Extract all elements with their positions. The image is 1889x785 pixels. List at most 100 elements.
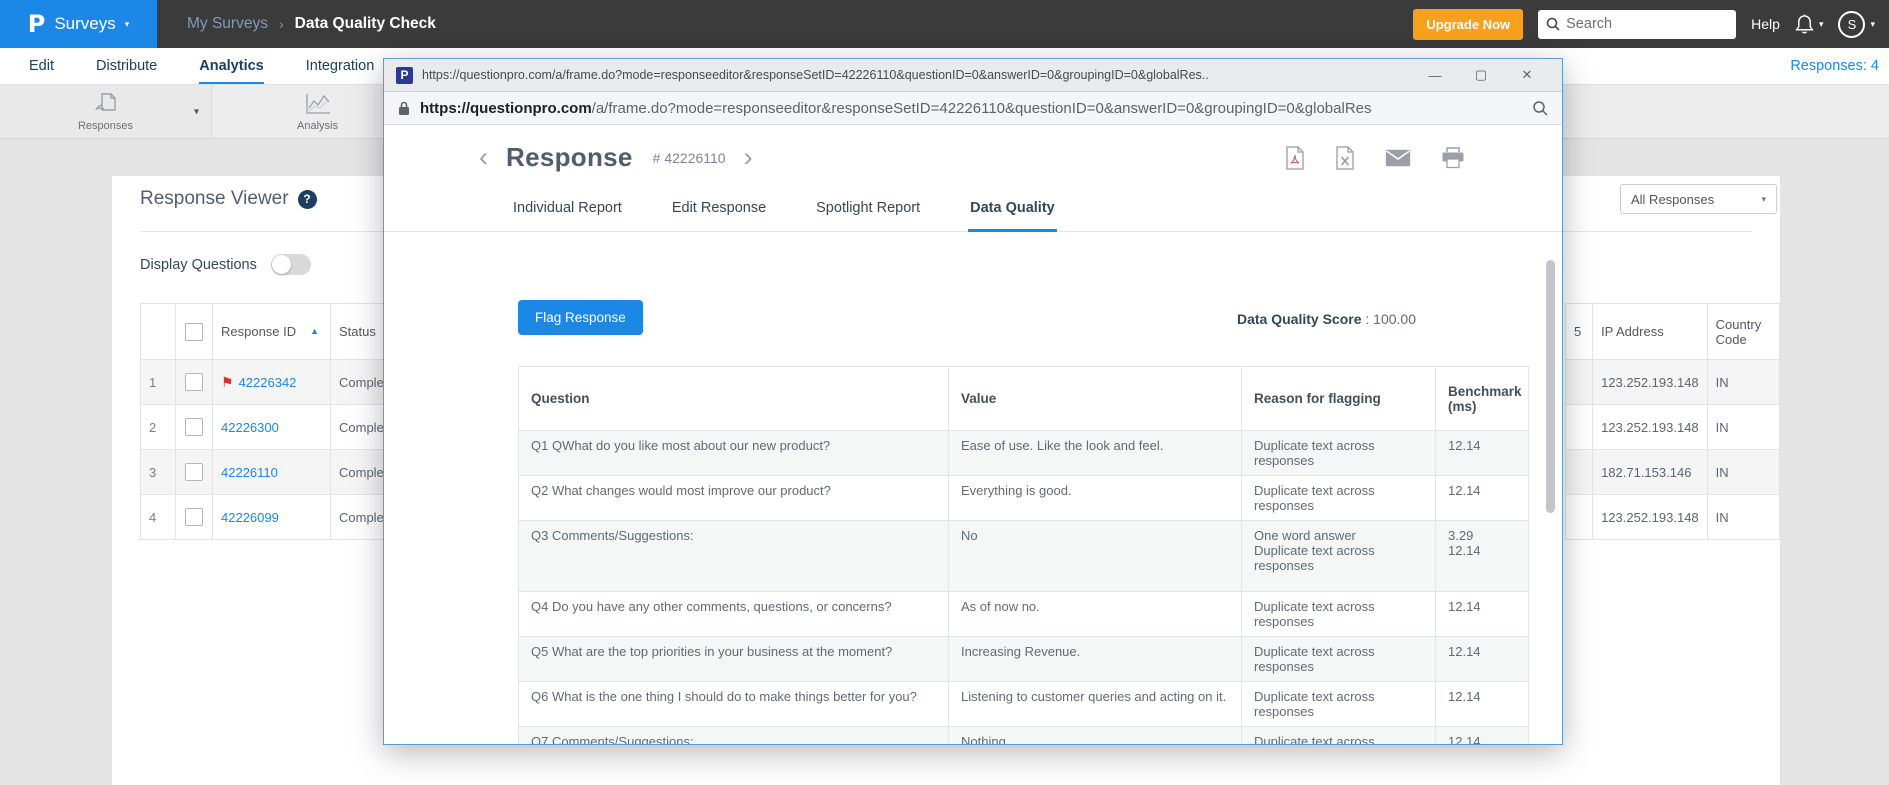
ip-cell: 123.252.193.148 xyxy=(1593,405,1708,450)
help-link[interactable]: Help xyxy=(1751,16,1780,32)
export-pdf-icon[interactable] xyxy=(1285,146,1305,170)
questionpro-logo-icon: P xyxy=(28,10,46,38)
top-navbar: P Surveys ▾ My Surveys › Data Quality Ch… xyxy=(0,0,1889,48)
toolbar-analysis-label: Analysis xyxy=(297,120,338,132)
question-cell: Q2 What changes would most improve our p… xyxy=(519,476,949,521)
benchmark-cell: 12.14 xyxy=(1436,682,1529,727)
response-id-link[interactable]: 42226300 xyxy=(221,420,279,435)
address-url: https://questionpro.com/a/frame.do?mode=… xyxy=(420,100,1522,117)
sort-asc-icon: ▲ xyxy=(310,326,319,336)
export-excel-icon[interactable] xyxy=(1335,146,1355,170)
reason-cell: Duplicate text across responses xyxy=(1242,682,1436,727)
responses-filter-dropdown[interactable]: All Responses ▾ xyxy=(1620,184,1777,214)
chevron-down-icon: ▾ xyxy=(125,20,130,29)
address-bar[interactable]: https://questionpro.com/a/frame.do?mode=… xyxy=(384,92,1562,125)
benchmark-cell: 3.2912.14 xyxy=(1436,521,1529,592)
nav-tab-distribute[interactable]: Distribute xyxy=(96,48,157,84)
breadcrumb-separator-icon: › xyxy=(279,16,284,32)
reason-cell: Duplicate text across responses xyxy=(1242,476,1436,521)
toggle-knob xyxy=(272,255,291,274)
row-checkbox[interactable] xyxy=(185,508,203,526)
tab-individual-report[interactable]: Individual Report xyxy=(511,190,624,232)
dq-table-row: Q3 Comments/Suggestions:NoOne word answe… xyxy=(519,521,1529,592)
next-response-button[interactable]: › xyxy=(744,144,753,171)
value-cell: Increasing Revenue. xyxy=(949,637,1242,682)
benchmark-cell: 12.14 xyxy=(1436,431,1529,476)
reason-cell: Duplicate text across responses xyxy=(1242,727,1436,745)
response-id-cell: ⚑ 42226342 xyxy=(213,360,331,405)
account-menu[interactable]: S ▾ xyxy=(1838,11,1875,38)
row-checkbox[interactable] xyxy=(185,418,203,436)
upgrade-now-button[interactable]: Upgrade Now xyxy=(1413,9,1523,40)
score-label: Data Quality Score xyxy=(1237,311,1362,327)
response-id-label: # 42226110 xyxy=(653,150,726,166)
chevron-down-icon: ▾ xyxy=(1819,19,1824,30)
table-row: 182.71.153.146IN xyxy=(1566,450,1780,495)
email-icon[interactable] xyxy=(1385,149,1411,167)
display-questions-toggle[interactable] xyxy=(271,254,311,275)
maximize-button[interactable]: ▢ xyxy=(1458,67,1504,83)
nav-tab-edit[interactable]: Edit xyxy=(29,48,54,84)
tab-data-quality[interactable]: Data Quality xyxy=(968,190,1057,232)
reason-line: Duplicate text across responses xyxy=(1254,483,1423,513)
breadcrumb: My Surveys › Data Quality Check xyxy=(187,15,436,33)
country-cell: IN xyxy=(1707,360,1779,405)
brand-logo[interactable]: P Surveys ▾ xyxy=(0,0,157,48)
reason-cell: Duplicate text across responses xyxy=(1242,431,1436,476)
reason-line: Duplicate text across responses xyxy=(1254,689,1423,719)
toolbar-responses[interactable]: Responses ▾ xyxy=(0,85,212,138)
dq-table-row: Q5 What are the top priorities in your b… xyxy=(519,637,1529,682)
row-checkbox-cell xyxy=(176,450,213,495)
nav-tab-analytics[interactable]: Analytics xyxy=(199,48,263,84)
question-cell: Q4 Do you have any other comments, quest… xyxy=(519,592,949,637)
help-badge-icon[interactable]: ? xyxy=(298,190,317,209)
row-checkbox[interactable] xyxy=(185,463,203,481)
dq-table-row: Q2 What changes would most improve our p… xyxy=(519,476,1529,521)
window-titlebar[interactable]: P https://questionpro.com/a/frame.do?mod… xyxy=(384,59,1562,92)
responses-report-icon xyxy=(92,91,120,117)
response-id-cell: 42226300 xyxy=(213,405,331,450)
data-quality-score: Data Quality Score : 100.00 xyxy=(1237,311,1416,327)
benchmark-line: 12.14 xyxy=(1448,599,1516,614)
modal-scrollbar-thumb[interactable] xyxy=(1546,260,1555,513)
row-checkbox[interactable] xyxy=(185,373,203,391)
topbar-right-cluster: Upgrade Now Help ▾ S ▾ xyxy=(1413,9,1889,40)
chevron-down-icon[interactable]: ▾ xyxy=(194,106,199,117)
minimize-button[interactable]: — xyxy=(1412,68,1458,83)
ip-cell: 182.71.153.146 xyxy=(1593,450,1708,495)
global-search[interactable] xyxy=(1538,10,1736,39)
response-editor-window: P https://questionpro.com/a/frame.do?mod… xyxy=(383,58,1563,745)
score-value: : 100.00 xyxy=(1365,311,1416,327)
response-id-header[interactable]: Response ID▲ xyxy=(213,304,331,360)
response-id-link[interactable]: 42226110 xyxy=(221,465,278,480)
row-checkbox-cell xyxy=(176,405,213,450)
breadcrumb-my-surveys[interactable]: My Surveys xyxy=(187,15,268,33)
response-id-link[interactable]: 42226342 xyxy=(239,375,297,390)
row-checkbox-cell xyxy=(176,495,213,540)
flag-icon: ⚑ xyxy=(221,374,234,390)
search-icon xyxy=(1546,17,1560,31)
notifications-button[interactable]: ▾ xyxy=(1795,14,1824,35)
select-all-header xyxy=(176,304,213,360)
previous-response-button[interactable]: ‹ xyxy=(479,144,488,171)
reason-line: One word answer xyxy=(1254,528,1423,543)
ip-cell: 123.252.193.148 xyxy=(1593,495,1708,540)
ip-address-header[interactable]: IP Address xyxy=(1593,304,1708,360)
response-id-link[interactable]: 42226099 xyxy=(221,510,279,525)
responses-filter-value: All Responses xyxy=(1631,192,1714,207)
country-code-header[interactable]: Country Code xyxy=(1707,304,1779,360)
benchmark-line: 12.14 xyxy=(1448,483,1516,498)
zoom-page-icon[interactable] xyxy=(1532,100,1548,116)
select-all-checkbox[interactable] xyxy=(185,323,203,341)
flag-response-button[interactable]: Flag Response xyxy=(518,300,643,335)
value-header: Value xyxy=(949,367,1242,431)
search-input[interactable] xyxy=(1566,16,1728,32)
value-cell: Everything is good. xyxy=(949,476,1242,521)
close-button[interactable]: ✕ xyxy=(1504,67,1550,83)
breadcrumb-current: Data Quality Check xyxy=(295,15,436,33)
print-icon[interactable] xyxy=(1441,147,1465,169)
tab-edit-response[interactable]: Edit Response xyxy=(670,190,768,232)
nav-tab-integration[interactable]: Integration xyxy=(306,48,375,84)
benchmark-line: 3.29 xyxy=(1448,528,1516,543)
tab-spotlight-report[interactable]: Spotlight Report xyxy=(814,190,922,232)
